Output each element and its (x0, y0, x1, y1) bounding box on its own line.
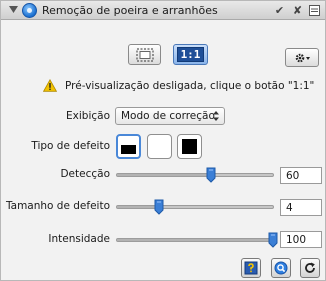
panel-menu-icon[interactable] (308, 4, 321, 17)
reset-button[interactable] (300, 258, 320, 278)
half-black-swatch-icon (121, 145, 136, 154)
help-icon (244, 261, 258, 275)
deteccao-slider[interactable] (116, 167, 274, 183)
preview-off-warning: Pré-visualização desligada, clique o bot… (65, 80, 315, 92)
warning-icon (43, 79, 57, 92)
tamanho-slider-fill (117, 206, 160, 208)
defect-type-white[interactable] (147, 134, 172, 159)
updown-arrows-icon (213, 111, 219, 121)
intensidade-slider-thumb[interactable] (268, 232, 278, 248)
filter-logo-icon (22, 3, 37, 18)
preview-icon (274, 261, 288, 275)
intensidade-slider[interactable] (116, 232, 278, 248)
disable-x-icon[interactable]: ✘ (291, 4, 304, 17)
exibicao-select[interactable]: Modo de correção (115, 107, 225, 125)
collapse-arrow-icon[interactable] (8, 5, 18, 15)
intensidade-slider-fill (117, 239, 273, 241)
one-to-one-button[interactable]: 1:1 (173, 44, 208, 65)
exibicao-label: Exibição (66, 110, 110, 122)
white-swatch-icon (151, 138, 168, 155)
tipo-defeito-label: Tipo de defeito (31, 140, 110, 152)
deteccao-value-field[interactable]: 60 (280, 167, 322, 184)
dust-scratch-panel: Remoção de poeira e arranhões ✔ ✘ 1:1 Pr… (0, 0, 326, 281)
tamanho-slider-thumb[interactable] (154, 199, 164, 215)
intensidade-value-field[interactable]: 100 (280, 231, 322, 248)
gear-icon (295, 53, 310, 62)
fit-frame-icon (136, 48, 153, 61)
intensidade-value: 100 (286, 234, 307, 246)
defect-type-black[interactable] (177, 134, 202, 159)
deteccao-value: 60 (286, 170, 300, 182)
tamanho-label: Tamanho de defeito (5, 200, 110, 212)
deteccao-slider-fill (117, 174, 211, 176)
preview-button[interactable] (271, 258, 291, 278)
tamanho-value: 4 (286, 202, 293, 214)
tamanho-value-field[interactable]: 4 (280, 199, 322, 216)
panel-title: Remoção de poeira e arranhões (42, 4, 218, 17)
help-button[interactable] (241, 258, 261, 278)
one-to-one-label: 1:1 (176, 47, 205, 62)
deteccao-slider-thumb[interactable] (206, 167, 216, 183)
intensidade-label: Intensidade (48, 233, 110, 245)
tamanho-slider[interactable] (116, 199, 274, 215)
defect-type-dark-on-light[interactable] (116, 134, 141, 159)
black-swatch-icon (182, 139, 197, 154)
exibicao-value: Modo de correção (121, 110, 215, 122)
reset-icon (305, 262, 315, 273)
apply-check-icon[interactable]: ✔ (273, 4, 286, 17)
panel-titlebar: Remoção de poeira e arranhões ✔ ✘ (1, 1, 325, 20)
deteccao-label: Detecção (60, 168, 110, 180)
fit-preview-button[interactable] (128, 44, 161, 65)
options-gear-button[interactable] (285, 48, 319, 67)
